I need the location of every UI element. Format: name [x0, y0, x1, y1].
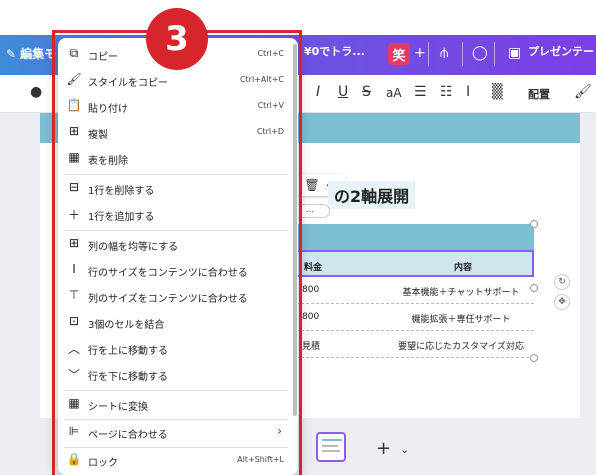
table-row[interactable]: 見積 要望に応じたカスタマイズ対応: [296, 331, 534, 358]
comment-icon[interactable]: ◯: [472, 45, 488, 61]
topbar-divider: [494, 42, 495, 66]
table-header-cell: 料金: [304, 263, 323, 273]
text-spacing-icon[interactable]: Ⅰ: [466, 84, 470, 100]
align-icon[interactable]: ☰: [414, 84, 427, 100]
table-cell: 機能拡張＋専任サポート: [411, 315, 511, 325]
edit-mode-button[interactable]: ✎ 編集モ: [6, 45, 56, 62]
add-user-icon[interactable]: +: [414, 45, 426, 61]
topbar-divider: [428, 42, 429, 66]
free-trial-button[interactable]: ¥0でトラ...: [304, 43, 365, 59]
trash-icon[interactable]: 🗑: [304, 178, 319, 192]
underline-button[interactable]: U: [338, 84, 348, 100]
step-number-badge: 3: [146, 8, 208, 70]
table-cell: 基本機能＋チャットサポート: [402, 288, 520, 298]
strikethrough-button[interactable]: S: [362, 84, 371, 100]
table-cell: 見積: [302, 342, 321, 352]
page-title[interactable]: の2軸展開: [328, 181, 416, 209]
transparency-icon[interactable]: ▒: [492, 84, 503, 100]
text-case-button[interactable]: aA: [386, 86, 402, 100]
chevron-down-icon[interactable]: ⌄: [400, 443, 409, 456]
rotate-icon[interactable]: ↻: [554, 274, 570, 290]
table-header-row[interactable]: 料金 内容: [296, 250, 534, 277]
highlight-frame: [52, 30, 302, 475]
user-avatar-char: 笑: [392, 48, 406, 64]
position-button[interactable]: 配置: [528, 86, 550, 102]
table-row[interactable]: 800 基本機能＋チャットサポート: [296, 277, 534, 304]
user-avatar[interactable]: 笑: [388, 43, 410, 65]
topbar-divider: [462, 42, 463, 66]
italic-button[interactable]: I: [316, 84, 320, 100]
chart-icon[interactable]: ⫛: [440, 45, 448, 61]
pencil-icon: ✎: [6, 46, 17, 61]
table-cell: 800: [302, 285, 320, 295]
present-button[interactable]: プレゼンテー: [528, 43, 594, 59]
resize-handle[interactable]: [530, 354, 538, 362]
table-row[interactable]: 800 機能拡張＋専任サポート: [296, 304, 534, 331]
table-cell: 要望に応じたカスタマイズ対応: [398, 342, 524, 352]
table-top-row[interactable]: [296, 224, 534, 250]
circle-icon[interactable]: ●: [30, 84, 42, 100]
step-number: 3: [165, 19, 189, 59]
move-icon[interactable]: ✥: [554, 294, 570, 310]
edit-mode-label: 編集モ: [20, 47, 57, 61]
page-thumbnail[interactable]: [316, 432, 346, 462]
table-header-cell: 内容: [453, 263, 472, 273]
paint-roller-icon[interactable]: 🖌: [574, 84, 592, 100]
resize-handle[interactable]: [530, 284, 538, 292]
list-icon[interactable]: ☷: [440, 84, 453, 100]
add-page-icon[interactable]: +: [376, 438, 391, 459]
present-icon[interactable]: ▣: [508, 45, 521, 61]
table-cell: 800: [302, 312, 320, 322]
resize-handle[interactable]: [530, 220, 538, 228]
